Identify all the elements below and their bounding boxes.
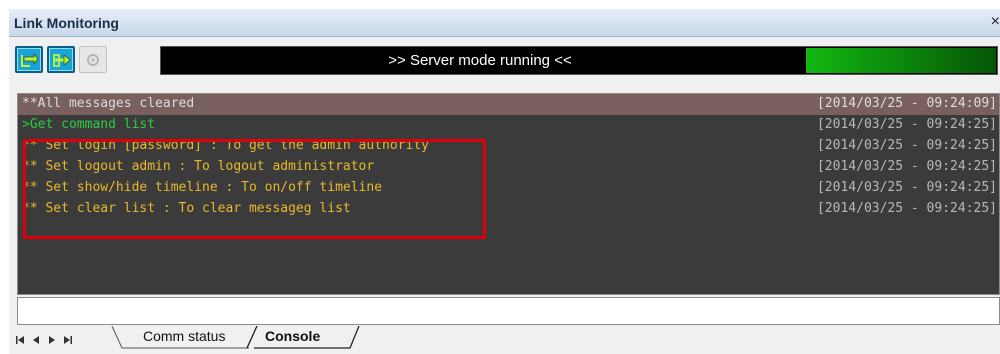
log-message: ** Set logout admin : To logout administ… — [22, 159, 375, 174]
status-bar: >> Server mode running << — [160, 46, 998, 75]
command-input[interactable] — [17, 297, 1000, 325]
connect-toggle-button[interactable] — [15, 46, 43, 73]
tab-comm-status[interactable]: Comm status — [129, 326, 254, 348]
toolbar: >> Server mode running << — [9, 38, 1000, 85]
next-page-icon[interactable] — [47, 335, 57, 345]
tab-console[interactable]: Console — [258, 326, 358, 348]
log-message: ** Set clear list : To clear messageg li… — [22, 201, 351, 216]
close-icon[interactable]: × — [991, 13, 1000, 31]
log-message: **All messages cleared — [22, 96, 195, 111]
log-timestamp: [2014/03/25 - 09:24:25] — [816, 201, 997, 216]
log-row: >Get command list [2014/03/25 - 09:24:25] — [18, 115, 999, 136]
log-timestamp: [2014/03/25 - 09:24:25] — [816, 117, 997, 132]
log-message: ** Set login [password] : To get the adm… — [22, 138, 429, 153]
log-row: ** Set show/hide timeline : To on/off ti… — [18, 178, 999, 199]
settings-button[interactable] — [79, 46, 107, 73]
status-indicator — [806, 48, 996, 73]
title-bar: Link Monitoring × — [9, 9, 1000, 37]
first-page-icon[interactable] — [15, 335, 25, 345]
last-page-icon[interactable] — [63, 335, 73, 345]
gear-icon — [87, 54, 99, 66]
log-header-row: **All messages cleared [2014/03/25 - 09:2… — [18, 94, 999, 115]
link-loop-icon — [21, 52, 39, 67]
log-timestamp: [2014/03/25 - 09:24:25] — [816, 180, 997, 195]
message-log[interactable]: **All messages cleared [2014/03/25 - 09:2… — [17, 93, 1000, 295]
tab-console-label: Console — [265, 328, 321, 344]
log-row: ** Set login [password] : To get the adm… — [18, 136, 999, 157]
log-message: ** Set show/hide timeline : To on/off ti… — [22, 180, 383, 195]
log-timestamp: [2014/03/25 - 09:24:09] — [816, 96, 997, 111]
log-row: ** Set logout admin : To logout administ… — [18, 157, 999, 178]
server-mode-button[interactable] — [47, 46, 75, 73]
tab-comm-status-label: Comm status — [143, 328, 226, 344]
log-row: ** Set clear list : To clear messageg li… — [18, 199, 999, 220]
server-link-icon — [53, 54, 71, 67]
log-timestamp: [2014/03/25 - 09:24:25] — [816, 159, 997, 174]
status-text: >> Server mode running << — [388, 52, 572, 69]
log-message: >Get command list — [22, 117, 156, 132]
previous-page-icon[interactable] — [31, 335, 41, 345]
window-title: Link Monitoring — [14, 15, 119, 31]
link-monitoring-window: Link Monitoring × >> Server mode running… — [9, 9, 1000, 354]
log-timestamp: [2014/03/25 - 09:24:25] — [816, 138, 997, 153]
tab-bar: Comm status Console — [9, 326, 1000, 354]
